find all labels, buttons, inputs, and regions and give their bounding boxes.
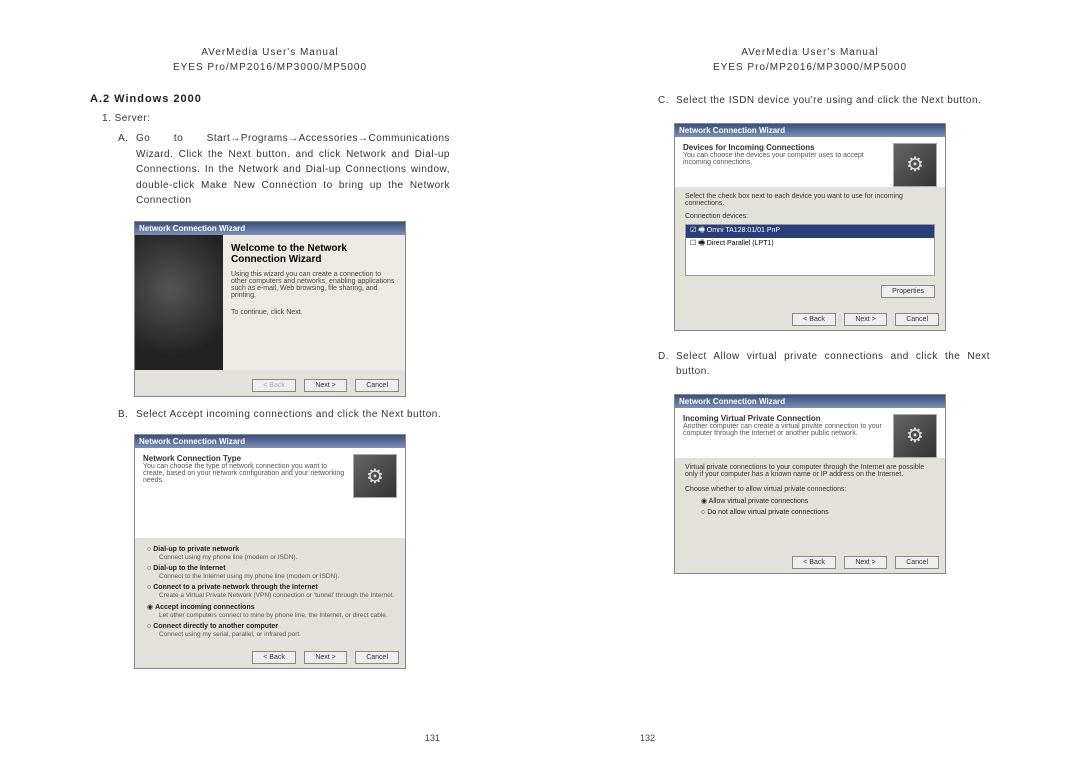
properties-button[interactable]: Properties xyxy=(881,285,935,298)
radio-dialup-internet[interactable]: ○ Dial-up to the Internet xyxy=(147,565,401,572)
dialog2-back-button[interactable]: < Back xyxy=(252,651,296,664)
dialog2-cancel-button[interactable]: Cancel xyxy=(355,651,399,664)
step-c: C. Select the ISDN device you're using a… xyxy=(630,93,990,109)
device-item-1[interactable]: ☑ 🖷 Omni TA128:01/01 PnP xyxy=(686,225,934,238)
page-right: AVerMedia User's Manual EYES Pro/MP2016/… xyxy=(540,0,1080,763)
dialog4-next-button[interactable]: Next > xyxy=(844,556,886,569)
dialog4-cancel-button[interactable]: Cancel xyxy=(895,556,939,569)
header-line2: EYES Pro/MP2016/MP3000/MP5000 xyxy=(90,60,450,75)
dialog3-devlabel: Connection devices: xyxy=(685,213,935,220)
step-a-text: Go to Start→Programs→Accessories→Communi… xyxy=(136,131,450,209)
radio-accept-incoming[interactable]: ◉ Accept incoming connections xyxy=(147,603,401,611)
section-title: A.2 Windows 2000 xyxy=(90,93,450,105)
dialog3-buttons: < Back Next > Cancel xyxy=(675,304,945,330)
dialog2-next-button[interactable]: Next > xyxy=(304,651,346,664)
dialog4-back-button[interactable]: < Back xyxy=(792,556,836,569)
dialog-vpc: Network Connection Wizard ⚙ Incoming Vir… xyxy=(674,394,946,574)
wizard-icon: ⚙ xyxy=(353,454,397,498)
header-line1-r: AVerMedia User's Manual xyxy=(630,45,990,60)
dialog3-label: Select the check box next to each device… xyxy=(685,193,935,207)
step-d: D. Select Allow virtual private connecti… xyxy=(630,349,990,380)
step-d-marker: D. xyxy=(658,349,676,380)
radio-vpn-sub: Create a Virtual Private Network (VPN) c… xyxy=(159,592,401,599)
header-right: AVerMedia User's Manual EYES Pro/MP2016/… xyxy=(630,45,990,75)
radio-vpn[interactable]: ○ Connect to a private network through t… xyxy=(147,584,401,591)
step-c-text: Select the ISDN device you're using and … xyxy=(676,93,990,109)
dialog3-back-button[interactable]: < Back xyxy=(792,313,836,326)
radio-direct-sub: Connect using my serial, parallel, or in… xyxy=(159,631,401,638)
radio-dialup-internet-sub: Connect to the Internet using my phone l… xyxy=(159,573,401,580)
dialog4-choose: Choose whether to allow virtual private … xyxy=(685,486,935,493)
dialog-welcome: Network Connection Wizard Welcome to the… xyxy=(134,221,406,397)
dialog2-subdesc: You can choose the type of network conne… xyxy=(143,463,347,484)
dialog3-cancel-button[interactable]: Cancel xyxy=(895,313,939,326)
dialog-devices: Network Connection Wizard ⚙ Devices for … xyxy=(674,123,946,331)
dialog1-para2: To continue, click Next. xyxy=(231,309,397,316)
dialog1-buttons: < Back Next > Cancel xyxy=(135,370,405,396)
dialog1-cancel-button[interactable]: Cancel xyxy=(355,379,399,392)
dialog1-para1: Using this wizard you can create a conne… xyxy=(231,271,397,299)
header-left: AVerMedia User's Manual EYES Pro/MP2016/… xyxy=(90,45,450,75)
device-item-2[interactable]: ☐ 🖷 Direct Parallel (LPT1) xyxy=(686,238,934,251)
wizard-side-graphic xyxy=(135,235,223,370)
wizard-icon-3: ⚙ xyxy=(893,143,937,187)
dialog3-title: Network Connection Wizard xyxy=(675,124,945,137)
step-b-marker: B. xyxy=(118,407,136,423)
step-b: B. Select Accept incoming connections an… xyxy=(90,407,450,423)
radio-direct[interactable]: ○ Connect directly to another computer xyxy=(147,623,401,630)
dialog2-buttons: < Back Next > Cancel xyxy=(135,642,405,668)
header-line2-r: EYES Pro/MP2016/MP3000/MP5000 xyxy=(630,60,990,75)
dialog3-subdesc: You can choose the devices your computer… xyxy=(683,152,887,166)
step-c-marker: C. xyxy=(658,93,676,109)
dialog4-title: Network Connection Wizard xyxy=(675,395,945,408)
server-label: 1. Server: xyxy=(90,111,450,127)
wizard-icon-4: ⚙ xyxy=(893,414,937,458)
dialog1-next-button[interactable]: Next > xyxy=(304,379,346,392)
radio-accept-incoming-sub: Let other computers connect to mine by p… xyxy=(159,612,401,619)
radio-dialup-private[interactable]: ○ Dial-up to private network xyxy=(147,546,401,553)
dialog1-bigtitle: Welcome to the Network Connection Wizard xyxy=(231,243,397,265)
radio-dialup-private-sub: Connect using my phone line (modem or IS… xyxy=(159,554,401,561)
page-number-right: 132 xyxy=(640,733,655,743)
page-left: AVerMedia User's Manual EYES Pro/MP2016/… xyxy=(0,0,540,763)
radio-allow-vpc[interactable]: ◉ Allow virtual private connections xyxy=(701,497,935,505)
step-a: A. Go to Start→Programs→Accessories→Comm… xyxy=(90,131,450,209)
dialog3-next-button[interactable]: Next > xyxy=(844,313,886,326)
dialog4-buttons: < Back Next > Cancel xyxy=(675,547,945,573)
header-line1: AVerMedia User's Manual xyxy=(90,45,450,60)
device-listbox[interactable]: ☑ 🖷 Omni TA128:01/01 PnP ☐ 🖷 Direct Para… xyxy=(685,224,935,276)
step-b-text: Select Accept incoming connections and c… xyxy=(136,407,450,423)
dialog1-back-button[interactable]: < Back xyxy=(252,379,296,392)
step-a-marker: A. xyxy=(118,131,136,209)
dialog4-para: Virtual private connections to your comp… xyxy=(685,464,935,478)
dialog1-title: Network Connection Wizard xyxy=(135,222,405,235)
step-d-text: Select Allow virtual private connections… xyxy=(676,349,990,380)
radio-noallow-vpc[interactable]: ○ Do not allow virtual private connectio… xyxy=(701,509,935,516)
dialog-conntype: Network Connection Wizard ⚙ Network Conn… xyxy=(134,434,406,669)
dialog4-subdesc: Another computer can create a virtual pr… xyxy=(683,423,887,437)
dialog2-title: Network Connection Wizard xyxy=(135,435,405,448)
page-number-left: 131 xyxy=(425,733,440,743)
